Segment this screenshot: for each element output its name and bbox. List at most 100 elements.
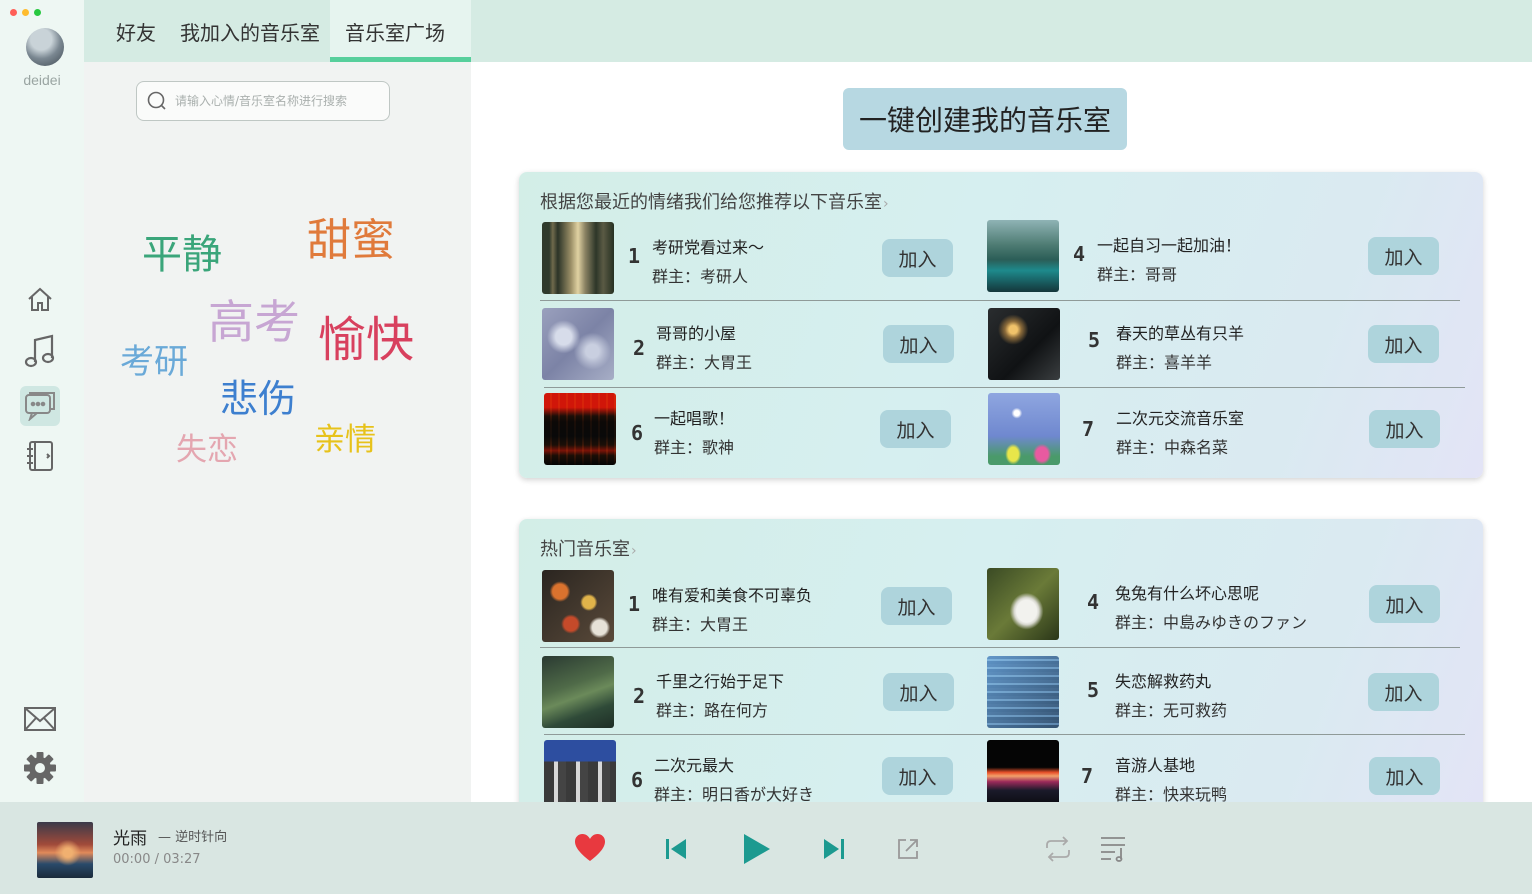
like-button[interactable] <box>573 832 607 864</box>
room-item[interactable]: 6 二次元最大 群主：明日香が大好き 加入 <box>544 740 984 802</box>
room-item[interactable]: 2 千里之行始于足下 群主：路在何方 加入 <box>542 656 982 728</box>
sidebar-item-chat[interactable] <box>20 386 60 426</box>
repeat-button[interactable] <box>1043 834 1073 864</box>
room-thumbnail <box>987 568 1059 640</box>
sidebar-item-home[interactable] <box>20 279 60 319</box>
join-button[interactable]: 加入 <box>1369 585 1440 623</box>
search-box[interactable] <box>136 81 390 121</box>
room-item[interactable]: 1 唯有爱和美食不可辜负 群主：大胃王 加入 <box>542 570 982 642</box>
divider <box>540 300 1460 301</box>
room-thumbnail <box>987 220 1059 292</box>
room-name: 考研党看过来～ <box>652 238 765 257</box>
share-button[interactable] <box>895 836 921 862</box>
tab-friends[interactable]: 好友 <box>84 0 170 62</box>
join-button[interactable]: 加入 <box>881 587 952 625</box>
top-bar: 好友 我加入的音乐室 音乐室广场 <box>84 0 1532 62</box>
join-button[interactable]: 加入 <box>883 325 954 363</box>
previous-button[interactable] <box>663 836 689 862</box>
room-item[interactable]: 7 音游人基地 群主：快来玩鸭 加入 <box>987 740 1440 802</box>
sidebar-item-settings[interactable] <box>20 748 60 788</box>
close-window-button[interactable] <box>10 9 17 16</box>
playlist-button[interactable] <box>1098 833 1128 863</box>
hot-rooms-card: 热门音乐室› 1 唯有爱和美食不可辜负 群主：大胃王 加入 4 兔兔有什么坏心思… <box>519 519 1483 802</box>
room-item[interactable]: 4 兔兔有什么坏心思呢 群主：中島みゆきのファン 加入 <box>987 568 1440 640</box>
playlist-icon <box>1101 837 1125 862</box>
mood-tag-sad[interactable]: 悲伤 <box>220 368 296 423</box>
room-rank: 5 <box>1088 328 1101 352</box>
divider <box>544 734 1465 735</box>
room-item[interactable]: 1 考研党看过来～ 群主：考研人 加入 <box>542 222 982 294</box>
sidebar-item-mail[interactable] <box>20 699 60 739</box>
mood-tag-calm[interactable]: 平静 <box>142 222 222 280</box>
mood-tag-gaokao[interactable]: 高考 <box>208 286 300 352</box>
room-thumbnail <box>987 656 1059 728</box>
album-cover[interactable] <box>37 822 93 878</box>
room-owner: 群主：喜羊羊 <box>1116 353 1213 372</box>
room-name: 二次元交流音乐室 <box>1116 409 1245 428</box>
chevron-right-icon: › <box>631 543 637 559</box>
join-button[interactable]: 加入 <box>1369 410 1440 448</box>
join-button[interactable]: 加入 <box>1368 237 1439 275</box>
notebook-icon <box>27 441 53 471</box>
room-item[interactable]: 4 一起自习一起加油！ 群主：哥哥 加入 <box>987 220 1439 292</box>
room-rank: 2 <box>633 336 646 360</box>
room-owner: 群主：快来玩鸭 <box>1115 785 1228 802</box>
recommended-rooms-card: 根据您最近的情绪我们给您推荐以下音乐室› 1 考研党看过来～ 群主：考研人 加入… <box>519 172 1483 478</box>
music-note-icon <box>24 334 55 368</box>
sidebar: deidei <box>0 0 84 802</box>
mood-tag-kaoyan[interactable]: 考研 <box>120 334 188 383</box>
room-item[interactable]: 7 二次元交流音乐室 群主：中森名菜 加入 <box>988 393 1440 465</box>
room-owner: 群主：考研人 <box>652 267 749 286</box>
join-button[interactable]: 加入 <box>883 673 954 711</box>
room-item[interactable]: 5 失恋解救药丸 群主：无可救药 加入 <box>987 656 1439 728</box>
mood-tag-sweet[interactable]: 甜蜜 <box>307 204 395 268</box>
minimize-window-button[interactable] <box>22 9 29 16</box>
recommended-title[interactable]: 根据您最近的情绪我们给您推荐以下音乐室› <box>540 188 889 214</box>
divider <box>544 387 1465 388</box>
room-name: 失恋解救药丸 <box>1115 672 1212 691</box>
room-item[interactable]: 5 春天的草丛有只羊 群主：喜羊羊 加入 <box>988 308 1439 380</box>
room-owner: 群主：哥哥 <box>1097 265 1178 284</box>
join-button[interactable]: 加入 <box>1368 325 1439 363</box>
song-artist: — 逆时针向 <box>158 830 228 845</box>
sidebar-item-music[interactable] <box>20 332 60 372</box>
mood-tag-family[interactable]: 亲情 <box>314 414 376 459</box>
play-button[interactable] <box>738 831 774 867</box>
room-item[interactable]: 6 一起唱歌！ 群主：歌神 加入 <box>544 393 984 465</box>
room-owner: 群主：中島みゆきのファン <box>1115 613 1308 632</box>
room-name: 一起唱歌！ <box>654 409 735 428</box>
room-rank: 4 <box>1073 242 1086 266</box>
room-rank: 7 <box>1081 764 1094 788</box>
avatar[interactable] <box>26 28 64 66</box>
room-owner: 群主：明日香が大好き <box>654 785 815 802</box>
room-name: 兔兔有什么坏心思呢 <box>1115 584 1260 603</box>
tab-room-plaza[interactable]: 音乐室广场 <box>330 0 471 62</box>
room-rank: 6 <box>631 768 644 792</box>
search-input[interactable] <box>175 94 375 108</box>
player-bar: 光雨 — 逆时针向 00:00 / 03:27 <box>0 802 1532 894</box>
chevron-right-icon: › <box>883 196 889 212</box>
room-rank: 7 <box>1082 417 1095 441</box>
join-button[interactable]: 加入 <box>880 410 951 448</box>
room-thumbnail <box>542 656 614 728</box>
room-rank: 5 <box>1087 678 1100 702</box>
create-room-button[interactable]: 一键创建我的音乐室 <box>843 88 1127 150</box>
sidebar-item-notebook[interactable] <box>20 436 60 476</box>
room-item[interactable]: 2 哥哥的小屋 群主：大胃王 加入 <box>542 308 982 380</box>
mood-tag-happy[interactable]: 愉快 <box>318 300 414 370</box>
hot-title[interactable]: 热门音乐室› <box>540 535 637 561</box>
tab-my-rooms[interactable]: 我加入的音乐室 <box>170 0 330 62</box>
maximize-window-button[interactable] <box>34 9 41 16</box>
join-button[interactable]: 加入 <box>1369 757 1440 795</box>
room-thumbnail <box>542 308 614 380</box>
home-icon <box>28 287 52 311</box>
room-owner: 群主：中森名菜 <box>1116 438 1229 457</box>
mood-tag-breakup[interactable]: 失恋 <box>176 424 238 469</box>
next-button[interactable] <box>821 836 847 862</box>
room-name: 音游人基地 <box>1115 756 1196 775</box>
join-button[interactable]: 加入 <box>1368 673 1439 711</box>
join-button[interactable]: 加入 <box>882 239 953 277</box>
username: deidei <box>23 72 61 88</box>
mood-panel: 平静 甜蜜 高考 愉快 考研 悲伤 失恋 亲情 <box>84 62 471 802</box>
join-button[interactable]: 加入 <box>882 757 953 795</box>
